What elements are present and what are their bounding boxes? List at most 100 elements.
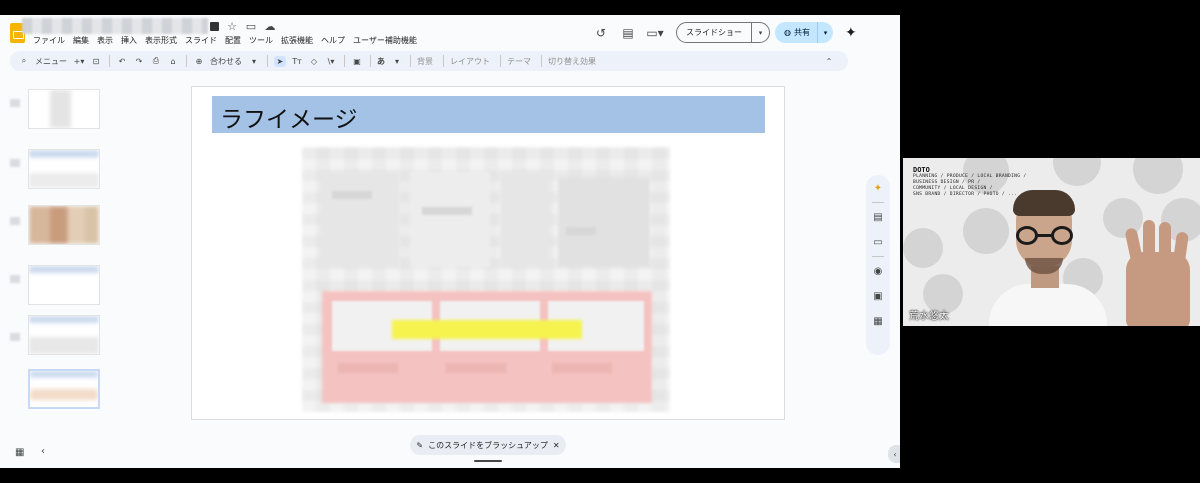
side-divider [872,256,884,257]
script-icon[interactable]: ▦ [871,314,885,328]
raised-hand [1126,252,1190,326]
share-button[interactable]: ◍ 共有 ▾ [775,22,833,43]
comment-add-icon[interactable]: ▣ [351,57,363,66]
slide-thumbnail[interactable] [28,149,100,189]
text-style-select[interactable]: あ [377,56,385,67]
side-panel-toggle-icon[interactable]: ‹ [888,445,900,463]
share-dropdown-icon[interactable]: ▾ [816,22,833,43]
zoom-dropdown-icon[interactable]: ▾ [248,57,260,66]
brand-tagline: PLANNING / PRODUCE / LOCAL BRANDING / BU… [913,174,1026,198]
grid-view-icon[interactable]: ▦ [15,447,24,458]
slide-title[interactable]: ラフイメージ [220,100,358,134]
mosaic-text-line [552,363,612,373]
redo-icon[interactable]: ↷ [133,57,145,66]
background-dot [963,208,1009,254]
slide-title-bar[interactable]: ラフイメージ [212,96,765,133]
comments-icon[interactable]: ▤ [620,25,636,41]
person-shirt [989,284,1107,326]
zoom-icon[interactable]: ⊕ [193,57,205,66]
version-history-icon[interactable]: ↺ [593,25,609,41]
theme-button[interactable]: テーマ [507,56,531,67]
layout-button[interactable]: レイアウト [450,56,490,67]
slide-thumbnail[interactable] [28,265,100,305]
slideshow-dropdown-icon[interactable]: ▾ [751,23,769,42]
thumb-number-redacted [10,333,20,341]
title-icon-group: ☆ ▭ ☁ [210,20,276,33]
search-menu-icon[interactable]: ⌕ [18,56,30,66]
collapse-toolbar-icon[interactable]: ⌃ [823,57,835,66]
brand-line: SNS BRAND / DIRECTOR / PHOTO / ... [913,192,1018,197]
slide-canvas[interactable]: ラフイメージ [191,86,785,420]
glasses-bridge [1036,234,1053,237]
shape-icon[interactable]: ◇ [308,57,320,66]
thumb-number-redacted [10,275,20,283]
paint-format-icon[interactable]: ⌂ [167,57,179,66]
background-dot [903,228,943,268]
text-box-icon[interactable]: Tт [291,57,303,66]
brushup-label[interactable]: このスライドをブラッシュアップ [428,440,548,451]
menu-arrange[interactable]: 配置 [225,35,241,46]
toolbar-divider [344,55,345,67]
slide-thumbnail-selected[interactable] [28,369,100,409]
new-slide-layout-icon[interactable]: ⊡ [90,57,102,66]
gemini-spark-icon[interactable]: ✦ [845,25,857,41]
slides-app-window: ☆ ▭ ☁ ファイル 編集 表示 挿入 表示形式 スライド 配置 ツール 拡張機… [0,15,900,468]
brushup-chip[interactable]: ✎ このスライドをブラッシュアップ ✕ [410,435,566,455]
star-icon[interactable]: ☆ [226,20,238,33]
new-slide-icon[interactable]: +▾ [73,57,85,66]
text-style-dropdown-icon[interactable]: ▾ [391,57,403,66]
video-participant-tile: DOTO PLANNING / PRODUCE / LOCAL BRANDING… [903,158,1200,326]
share-label[interactable]: ◍ 共有 [775,22,817,43]
video-icon[interactable]: ▣ [871,289,885,303]
slide-thumbnail[interactable] [28,89,100,129]
menu-edit[interactable]: 編集 [73,35,89,46]
thumb-number-redacted [10,159,20,167]
transition-button[interactable]: 切り替え効果 [548,56,596,67]
slide-thumbnail[interactable] [28,205,100,245]
close-icon[interactable]: ✕ [553,441,560,450]
person-hair [1013,190,1075,216]
move-to-folder-icon[interactable]: ▭ [245,20,257,33]
toolbar-divider [109,55,110,67]
menu-extensions[interactable]: 拡張機能 [281,35,313,46]
folder-icon[interactable]: ▭ [871,235,885,249]
glasses-right [1051,226,1073,245]
select-cursor-icon[interactable]: ➤ [274,55,286,67]
print-icon[interactable]: ⎙ [150,56,162,66]
menu-insert[interactable]: 挿入 [121,35,137,46]
toolbar: ⌕ メニュー +▾ ⊡ ↶ ↷ ⎙ ⌂ ⊕ 合わせる ▾ ➤ Tт ◇ \▾ ▣… [10,51,848,71]
toolbar-divider [370,55,371,67]
slide-thumbnail[interactable] [28,315,100,355]
side-divider [872,202,884,203]
line-icon[interactable]: \▾ [325,57,337,66]
meet-camera-icon[interactable]: ▭▾ [646,25,663,41]
present-icon[interactable] [210,22,219,31]
gemini-side-icon[interactable]: ✦ [871,181,885,195]
slide-filmstrip [0,77,112,417]
resize-handle[interactable] [474,460,502,462]
cloud-status-icon[interactable]: ☁ [264,20,276,33]
search-menu-label[interactable]: メニュー [35,56,67,67]
background-button[interactable]: 背景 [417,56,433,67]
document-title-redacted[interactable] [22,18,208,34]
menu-file[interactable]: ファイル [33,35,65,46]
menu-accessibility[interactable]: ユーザー補助機能 [353,35,417,46]
toolbar-divider [186,55,187,67]
menu-help[interactable]: ヘルプ [321,35,345,46]
menu-format[interactable]: 表示形式 [145,35,177,46]
toolbar-divider [541,55,542,67]
toolbar-divider [500,55,501,67]
slideshow-button[interactable]: スライドショー ▾ [676,22,770,43]
menu-slide[interactable]: スライド [185,35,217,46]
undo-icon[interactable]: ↶ [116,57,128,66]
zoom-select[interactable]: 合わせる [210,56,242,67]
redacted-content-mosaic [302,147,670,412]
slideshow-label[interactable]: スライドショー [677,23,751,42]
record-icon[interactable]: ◉ [871,264,885,278]
collapse-filmstrip-icon[interactable]: ‹ [41,446,45,457]
toolbar-divider [410,55,411,67]
menu-view[interactable]: 表示 [97,35,113,46]
mosaic-text-line [332,191,372,199]
keep-notes-icon[interactable]: ▤ [871,210,885,224]
menu-tools[interactable]: ツール [249,35,273,46]
